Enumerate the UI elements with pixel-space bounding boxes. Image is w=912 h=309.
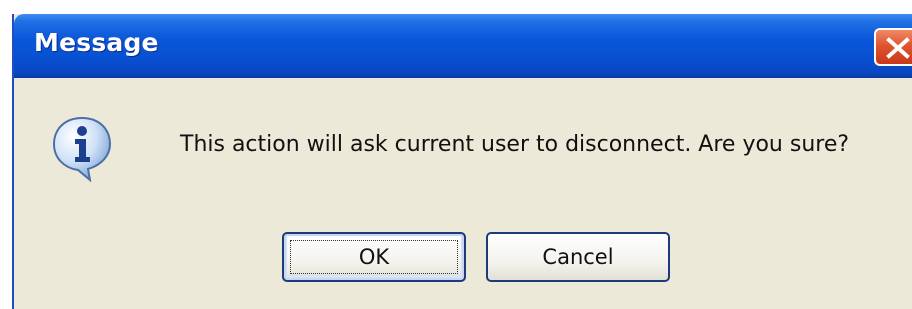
close-icon [886, 37, 910, 59]
message-text: This action will ask current user to dis… [180, 132, 850, 157]
cancel-label: Cancel [542, 245, 614, 269]
info-icon [50, 114, 114, 183]
title-bar[interactable]: Message [14, 14, 912, 78]
close-button[interactable] [874, 28, 912, 66]
cancel-button[interactable]: Cancel [486, 232, 670, 282]
dialog-title: Message [34, 28, 159, 57]
ok-button[interactable]: OK [282, 232, 466, 282]
focus-ring [290, 240, 458, 274]
message-dialog: Message This action will ask current use… [12, 14, 912, 309]
